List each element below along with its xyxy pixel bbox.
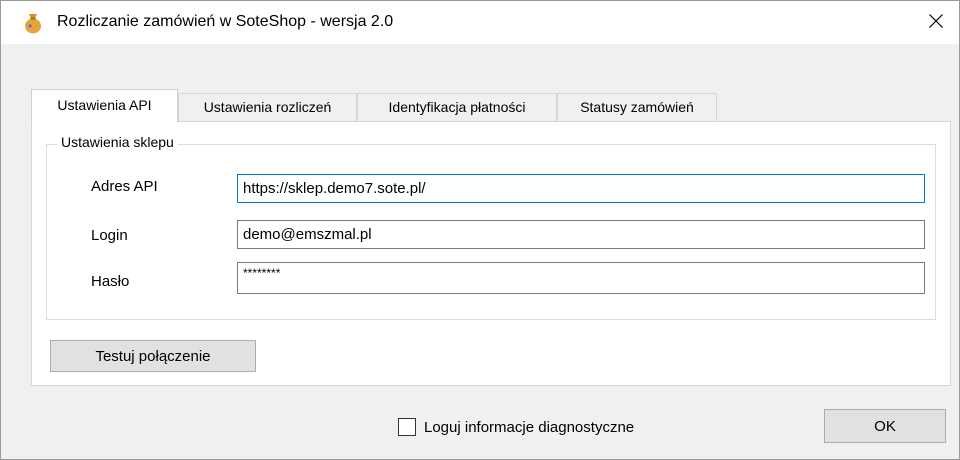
diagnostics-checkbox[interactable]: Loguj informacje diagnostyczne — [398, 415, 634, 439]
tab-api-settings[interactable]: Ustawienia API — [31, 89, 178, 122]
password-input[interactable]: ******** — [237, 262, 925, 294]
diagnostics-label: Loguj informacje diagnostyczne — [424, 418, 635, 436]
title-bar[interactable]: Rozliczanie zamówień w SoteShop - wersja… — [1, 1, 959, 44]
tab-label: Ustawienia rozliczeń — [203, 99, 332, 115]
dialog-window: Rozliczanie zamówień w SoteShop - wersja… — [0, 0, 960, 460]
group-title: Ustawienia sklepu — [57, 134, 178, 150]
shop-settings-group: Ustawienia sklepu Adres API Login Hasło … — [46, 134, 936, 320]
tab-payment-identification[interactable]: Identyfikacja płatności — [357, 93, 557, 121]
tab-panel-api-settings: Ustawienia sklepu Adres API Login Hasło … — [31, 121, 951, 386]
login-input[interactable] — [237, 220, 925, 249]
tab-billing-settings[interactable]: Ustawienia rozliczeń — [178, 93, 357, 121]
window-title: Rozliczanie zamówień w SoteShop - wersja… — [57, 13, 394, 30]
api-address-label: Adres API — [91, 178, 158, 195]
ok-label: OK — [874, 417, 896, 435]
api-address-input[interactable] — [237, 174, 925, 203]
close-icon — [928, 13, 944, 33]
close-button[interactable] — [913, 1, 959, 44]
ok-button[interactable]: OK — [824, 409, 946, 443]
tab-order-statuses[interactable]: Statusy zamówień — [557, 93, 717, 121]
password-label: Hasło — [91, 273, 130, 290]
tab-label: Identyfikacja płatności — [388, 99, 526, 115]
password-value: ******** — [243, 266, 281, 280]
checkbox-box[interactable] — [398, 418, 416, 436]
test-connection-button[interactable]: Testuj połączenie — [50, 340, 256, 372]
tab-label: Ustawienia API — [57, 97, 152, 113]
money-bag-icon — [21, 11, 45, 35]
login-label: Login — [91, 227, 128, 244]
tab-label: Statusy zamówień — [580, 99, 694, 115]
test-connection-label: Testuj połączenie — [95, 347, 211, 365]
